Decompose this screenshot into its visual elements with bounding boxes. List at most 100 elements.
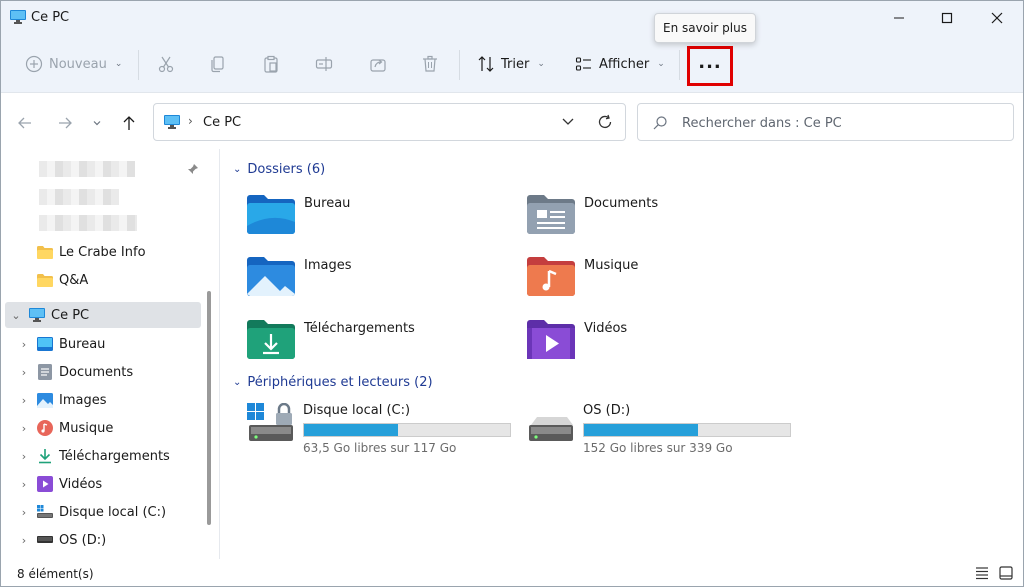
pin-icon[interactable]	[187, 163, 199, 175]
chevron-right-icon[interactable]: ›	[17, 394, 31, 407]
chevron-right-icon[interactable]: ›	[17, 338, 31, 351]
refresh-button[interactable]	[597, 114, 613, 134]
videos-icon	[37, 476, 53, 492]
delete-button[interactable]	[421, 50, 439, 78]
folder-tile-musique[interactable]: Musique	[527, 256, 777, 312]
folder-tile-images[interactable]: Images	[247, 256, 497, 312]
address-dropdown-button[interactable]	[561, 114, 575, 132]
minimize-button[interactable]	[875, 1, 923, 35]
blurred-item	[39, 161, 135, 177]
tiles-view-icon	[999, 566, 1013, 580]
status-bar: 8 élément(s)	[1, 559, 1023, 586]
toolbar-divider	[138, 50, 139, 80]
sidebar-item-this-pc[interactable]: ⌄ Ce PC	[5, 302, 201, 328]
chevron-right-icon[interactable]: ›	[17, 366, 31, 379]
sidebar-item-label: Le Crabe Info	[59, 244, 146, 260]
chevron-down-icon: ⌄	[114, 59, 123, 69]
folder-icon	[37, 244, 53, 260]
drive-c-icon	[37, 504, 53, 520]
drive-tile-d[interactable]: OS (D:) 152 Go libres sur 339 Go	[527, 403, 797, 459]
blurred-item	[39, 215, 137, 231]
copy-button[interactable]	[209, 50, 227, 78]
sort-button-label: Trier	[501, 56, 530, 72]
sidebar-item-label: Disque local (C:)	[59, 504, 167, 520]
videos-folder-icon	[527, 320, 575, 359]
drive-usage-fill	[584, 424, 698, 436]
folder-name: Bureau	[304, 196, 351, 211]
folder-name: Images	[304, 258, 352, 273]
folder-tile-videos[interactable]: Vidéos	[527, 319, 777, 375]
view-button[interactable]: Afficher ⌄	[575, 50, 665, 78]
breadcrumb-chevron-icon: ›	[188, 114, 193, 128]
sort-icon	[478, 56, 494, 72]
folder-icon	[37, 272, 53, 288]
desktop-icon	[37, 336, 53, 352]
content-pane: ⌄ Dossiers (6) Bureau Documents Images M…	[221, 149, 1023, 559]
scissors-icon	[158, 56, 174, 73]
folder-tile-documents[interactable]: Documents	[527, 194, 777, 250]
maximize-icon	[941, 12, 953, 24]
address-bar[interactable]: › Ce PC	[153, 103, 626, 141]
sidebar-item-telechargements[interactable]: › Téléchargements	[1, 443, 201, 469]
details-view-button[interactable]	[975, 566, 989, 584]
navigation-pane: Le Crabe Info Q&A ⌄ Ce PC › Bureau › Doc…	[1, 149, 220, 559]
forward-button[interactable]	[55, 113, 75, 133]
large-icons-view-button[interactable]	[999, 566, 1013, 584]
close-button[interactable]	[973, 1, 1021, 35]
sidebar-scrollbar[interactable]	[207, 291, 211, 525]
folder-tile-bureau[interactable]: Bureau	[247, 194, 497, 250]
chevron-right-icon[interactable]: ›	[17, 422, 31, 435]
see-more-button[interactable]: ...	[687, 46, 733, 86]
rename-button[interactable]	[315, 50, 333, 78]
chevron-right-icon[interactable]: ›	[17, 478, 31, 491]
sidebar-item-label: Musique	[59, 420, 114, 436]
group-header-folders[interactable]: ⌄ Dossiers (6)	[233, 162, 325, 177]
folder-name: Téléchargements	[304, 321, 415, 336]
documents-folder-icon	[527, 195, 575, 234]
sidebar-item-label: Vidéos	[59, 476, 103, 492]
share-button[interactable]	[369, 50, 387, 78]
sidebar-item-quick-access-1[interactable]: Le Crabe Info	[1, 239, 201, 265]
cut-button[interactable]	[157, 50, 175, 78]
sidebar-item-drive-d[interactable]: › OS (D:)	[1, 527, 201, 553]
drive-free-space: 152 Go libres sur 339 Go	[583, 441, 733, 455]
copy-icon	[211, 56, 224, 73]
up-button[interactable]	[119, 113, 139, 133]
refresh-icon	[598, 114, 612, 129]
computer-icon	[10, 10, 26, 24]
sidebar-item-musique[interactable]: › Musique	[1, 415, 201, 441]
chevron-right-icon[interactable]: ›	[17, 534, 31, 547]
desktop-folder-icon	[247, 195, 295, 234]
recent-locations-button[interactable]	[89, 113, 105, 133]
command-bar: Nouveau ⌄ Trier ⌄ Afficher ⌄	[1, 35, 1023, 93]
new-button[interactable]: Nouveau ⌄	[25, 50, 122, 78]
computer-icon	[164, 115, 180, 129]
sidebar-item-videos[interactable]: › Vidéos	[1, 471, 201, 497]
share-icon	[370, 59, 386, 72]
chevron-down-icon: ⌄	[233, 164, 242, 175]
sidebar-item-bureau[interactable]: › Bureau	[1, 331, 201, 357]
drive-icon	[529, 417, 573, 441]
back-button[interactable]	[15, 113, 35, 133]
chevron-right-icon[interactable]: ›	[17, 506, 31, 519]
paste-button[interactable]	[262, 50, 280, 78]
sort-button[interactable]: Trier ⌄	[477, 50, 545, 78]
chevron-right-icon[interactable]: ›	[17, 450, 31, 463]
group-header-drives[interactable]: ⌄ Périphériques et lecteurs (2)	[233, 375, 433, 390]
documents-icon	[37, 364, 53, 380]
search-input[interactable]: Rechercher dans : Ce PC	[637, 103, 1014, 141]
breadcrumb[interactable]: Ce PC	[203, 115, 241, 130]
trash-icon	[423, 55, 437, 72]
maximize-button[interactable]	[923, 1, 971, 35]
details-view-icon	[976, 567, 988, 580]
sidebar-item-quick-access-2[interactable]: Q&A	[1, 267, 201, 293]
sidebar-item-images[interactable]: › Images	[1, 387, 201, 413]
sidebar-item-drive-c[interactable]: › Disque local (C:)	[1, 499, 201, 525]
drive-tile-c[interactable]: Disque local (C:) 63,5 Go libres sur 117…	[247, 403, 517, 459]
chevron-down-icon[interactable]: ⌄	[9, 309, 23, 322]
folder-tile-telechargements[interactable]: Téléchargements	[247, 319, 497, 375]
folder-name: Musique	[584, 258, 639, 273]
sidebar-item-documents[interactable]: › Documents	[1, 359, 201, 385]
music-folder-icon	[527, 257, 575, 296]
sidebar-item-label: OS (D:)	[59, 532, 107, 548]
